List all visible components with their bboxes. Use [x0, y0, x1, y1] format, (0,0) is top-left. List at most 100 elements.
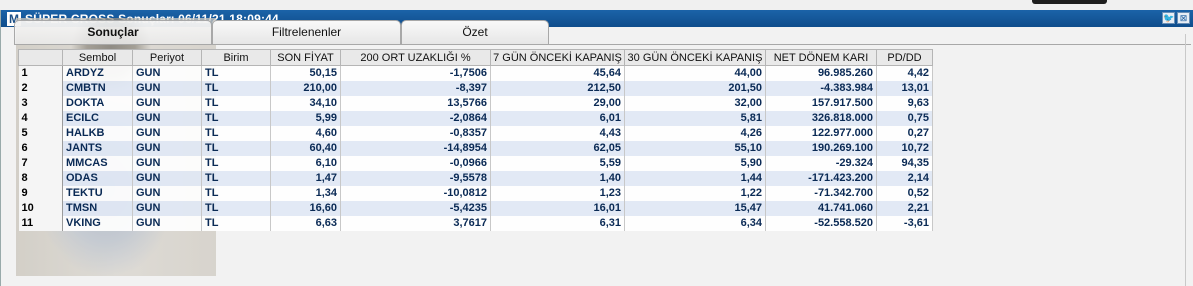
table-row[interactable]: 2 CMBTN GUN TL 210,00 -8,397 212,50 201,50 -4.38… [18, 80, 933, 96]
cell-ort-uzakligi: -14,8954 [340, 140, 491, 156]
cell-pd-dd: 94,35 [876, 155, 933, 171]
cell-net-donem-kari: 326.818.000 [765, 110, 877, 126]
cell-30-gun: 55,10 [624, 140, 766, 156]
cell-birim: TL [201, 200, 271, 216]
cell-birim: TL [201, 155, 271, 171]
cell-pd-dd: 2,21 [876, 200, 933, 216]
cell-son-fiyat: 1,47 [270, 170, 341, 186]
cell-son-fiyat: 6,63 [270, 215, 341, 231]
table-row[interactable]: 11 VKING GUN TL 6,63 3,7617 6,31 6,34 -52.558.52… [18, 215, 933, 231]
table-header: Sembol Periyot Birim SON FİYAT 200 ORT U… [18, 49, 933, 66]
col-header-ort-uzakligi[interactable]: 200 ORT UZAKLIĞI % [340, 49, 491, 66]
row-index: 5 [18, 125, 63, 141]
cell-30-gun: 6,34 [624, 215, 766, 231]
table-row[interactable]: 4 ECILC GUN TL 5,99 -2,0864 6,01 5,81 326.818.00… [18, 110, 933, 126]
top-strip [0, 0, 1193, 10]
tab-filtrelenenler[interactable]: Filtrelenenler [212, 20, 401, 44]
cell-ort-uzakligi: 3,7617 [340, 215, 491, 231]
cell-7-gun: 16,01 [490, 200, 625, 216]
cell-ort-uzakligi: -9,5578 [340, 170, 491, 186]
table-row[interactable]: 8 ODAS GUN TL 1,47 -9,5578 1,40 1,44 -171.423.20… [18, 170, 933, 186]
cell-30-gun: 1,22 [624, 185, 766, 201]
cell-birim: TL [201, 170, 271, 186]
cell-30-gun: 4,26 [624, 125, 766, 141]
cell-sembol: TEKTU [62, 185, 133, 201]
col-header-son-fiyat[interactable]: SON FİYAT [270, 49, 341, 66]
cell-son-fiyat: 60,40 [270, 140, 341, 156]
cell-pd-dd: 0,75 [876, 110, 933, 126]
cell-30-gun: 15,47 [624, 200, 766, 216]
cell-birim: TL [201, 65, 271, 81]
cell-30-gun: 1,44 [624, 170, 766, 186]
cell-birim: TL [201, 140, 271, 156]
cell-son-fiyat: 6,10 [270, 155, 341, 171]
cell-net-donem-kari: 157.917.500 [765, 95, 877, 111]
col-header-sembol[interactable]: Sembol [62, 49, 133, 66]
results-table: Sembol Periyot Birim SON FİYAT 200 ORT U… [18, 49, 933, 231]
cell-pd-dd: -3,61 [876, 215, 933, 231]
cell-ort-uzakligi: -8,397 [340, 80, 491, 96]
cell-30-gun: 201,50 [624, 80, 766, 96]
cell-7-gun: 6,31 [490, 215, 625, 231]
cell-sembol: ARDYZ [62, 65, 133, 81]
row-index: 11 [18, 215, 63, 231]
table-row[interactable]: 6 JANTS GUN TL 60,40 -14,8954 62,05 55,10 190.26… [18, 140, 933, 156]
cell-7-gun: 6,01 [490, 110, 625, 126]
col-header-pd-dd[interactable]: PD/DD [876, 49, 933, 66]
cell-sembol: DOKTA [62, 95, 133, 111]
cell-periyot: GUN [132, 110, 202, 126]
cell-net-donem-kari: 190.269.100 [765, 140, 877, 156]
top-dark-tab [1032, 0, 1107, 4]
cell-birim: TL [201, 80, 271, 96]
cell-30-gun: 5,90 [624, 155, 766, 171]
cell-son-fiyat: 50,15 [270, 65, 341, 81]
cell-son-fiyat: 16,60 [270, 200, 341, 216]
cell-pd-dd: 9,63 [876, 95, 933, 111]
cell-pd-dd: 13,01 [876, 80, 933, 96]
cell-30-gun: 32,00 [624, 95, 766, 111]
cell-7-gun: 212,50 [490, 80, 625, 96]
cell-ort-uzakligi: -0,0966 [340, 155, 491, 171]
cell-periyot: GUN [132, 140, 202, 156]
table-row[interactable]: 5 HALKB GUN TL 4,60 -0,8357 4,43 4,26 122.977.00… [18, 125, 933, 141]
col-header-net-donem-kari[interactable]: NET DÖNEM KARI [765, 49, 877, 66]
table-row[interactable]: 10 TMSN GUN TL 16,60 -5,4235 16,01 15,47 41.741.… [18, 200, 933, 216]
close-icon[interactable]: ⊠ [1177, 12, 1190, 24]
cell-periyot: GUN [132, 95, 202, 111]
table-row[interactable]: 7 MMCAS GUN TL 6,10 -0,0966 5,59 5,90 -29.324 94,… [18, 155, 933, 171]
row-index: 9 [18, 185, 63, 201]
table-row[interactable]: 3 DOKTA GUN TL 34,10 13,5766 29,00 32,00 157.917… [18, 95, 933, 111]
twitter-icon[interactable]: 🐦 [1162, 12, 1175, 24]
cell-net-donem-kari: -52.558.520 [765, 215, 877, 231]
cell-sembol: CMBTN [62, 80, 133, 96]
cell-net-donem-kari: 122.977.000 [765, 125, 877, 141]
col-header-30-gun[interactable]: 30 GÜN ÖNCEKİ KAPANIŞ [624, 49, 766, 66]
col-header-birim[interactable]: Birim [201, 49, 271, 66]
cell-ort-uzakligi: -10,0812 [340, 185, 491, 201]
cell-sembol: JANTS [62, 140, 133, 156]
table-row[interactable]: 9 TEKTU GUN TL 1,34 -10,0812 1,23 1,22 -71.342.7… [18, 185, 933, 201]
cell-son-fiyat: 34,10 [270, 95, 341, 111]
col-header-periyot[interactable]: Periyot [132, 49, 202, 66]
cell-pd-dd: 0,27 [876, 125, 933, 141]
cell-7-gun: 1,23 [490, 185, 625, 201]
cell-ort-uzakligi: -1,7506 [340, 65, 491, 81]
cell-birim: TL [201, 110, 271, 126]
col-header-7-gun[interactable]: 7 GÜN ÖNCEKİ KAPANIŞ [490, 49, 625, 66]
cell-periyot: GUN [132, 170, 202, 186]
tab-ozet[interactable]: Özet [401, 20, 549, 44]
cell-net-donem-kari: 41.741.060 [765, 200, 877, 216]
table-row[interactable]: 1 ARDYZ GUN TL 50,15 -1,7506 45,64 44,00 96.985.… [18, 65, 933, 81]
cell-sembol: TMSN [62, 200, 133, 216]
cell-periyot: GUN [132, 80, 202, 96]
cell-ort-uzakligi: -0,8357 [340, 125, 491, 141]
cell-30-gun: 5,81 [624, 110, 766, 126]
cell-birim: TL [201, 125, 271, 141]
cell-periyot: GUN [132, 215, 202, 231]
title-buttons: 🐦 ⊠ [1162, 12, 1190, 24]
cell-sembol: ODAS [62, 170, 133, 186]
cell-sembol: HALKB [62, 125, 133, 141]
tab-sonuclar[interactable]: Sonuçlar [14, 20, 212, 44]
cell-ort-uzakligi: -5,4235 [340, 200, 491, 216]
cell-periyot: GUN [132, 65, 202, 81]
